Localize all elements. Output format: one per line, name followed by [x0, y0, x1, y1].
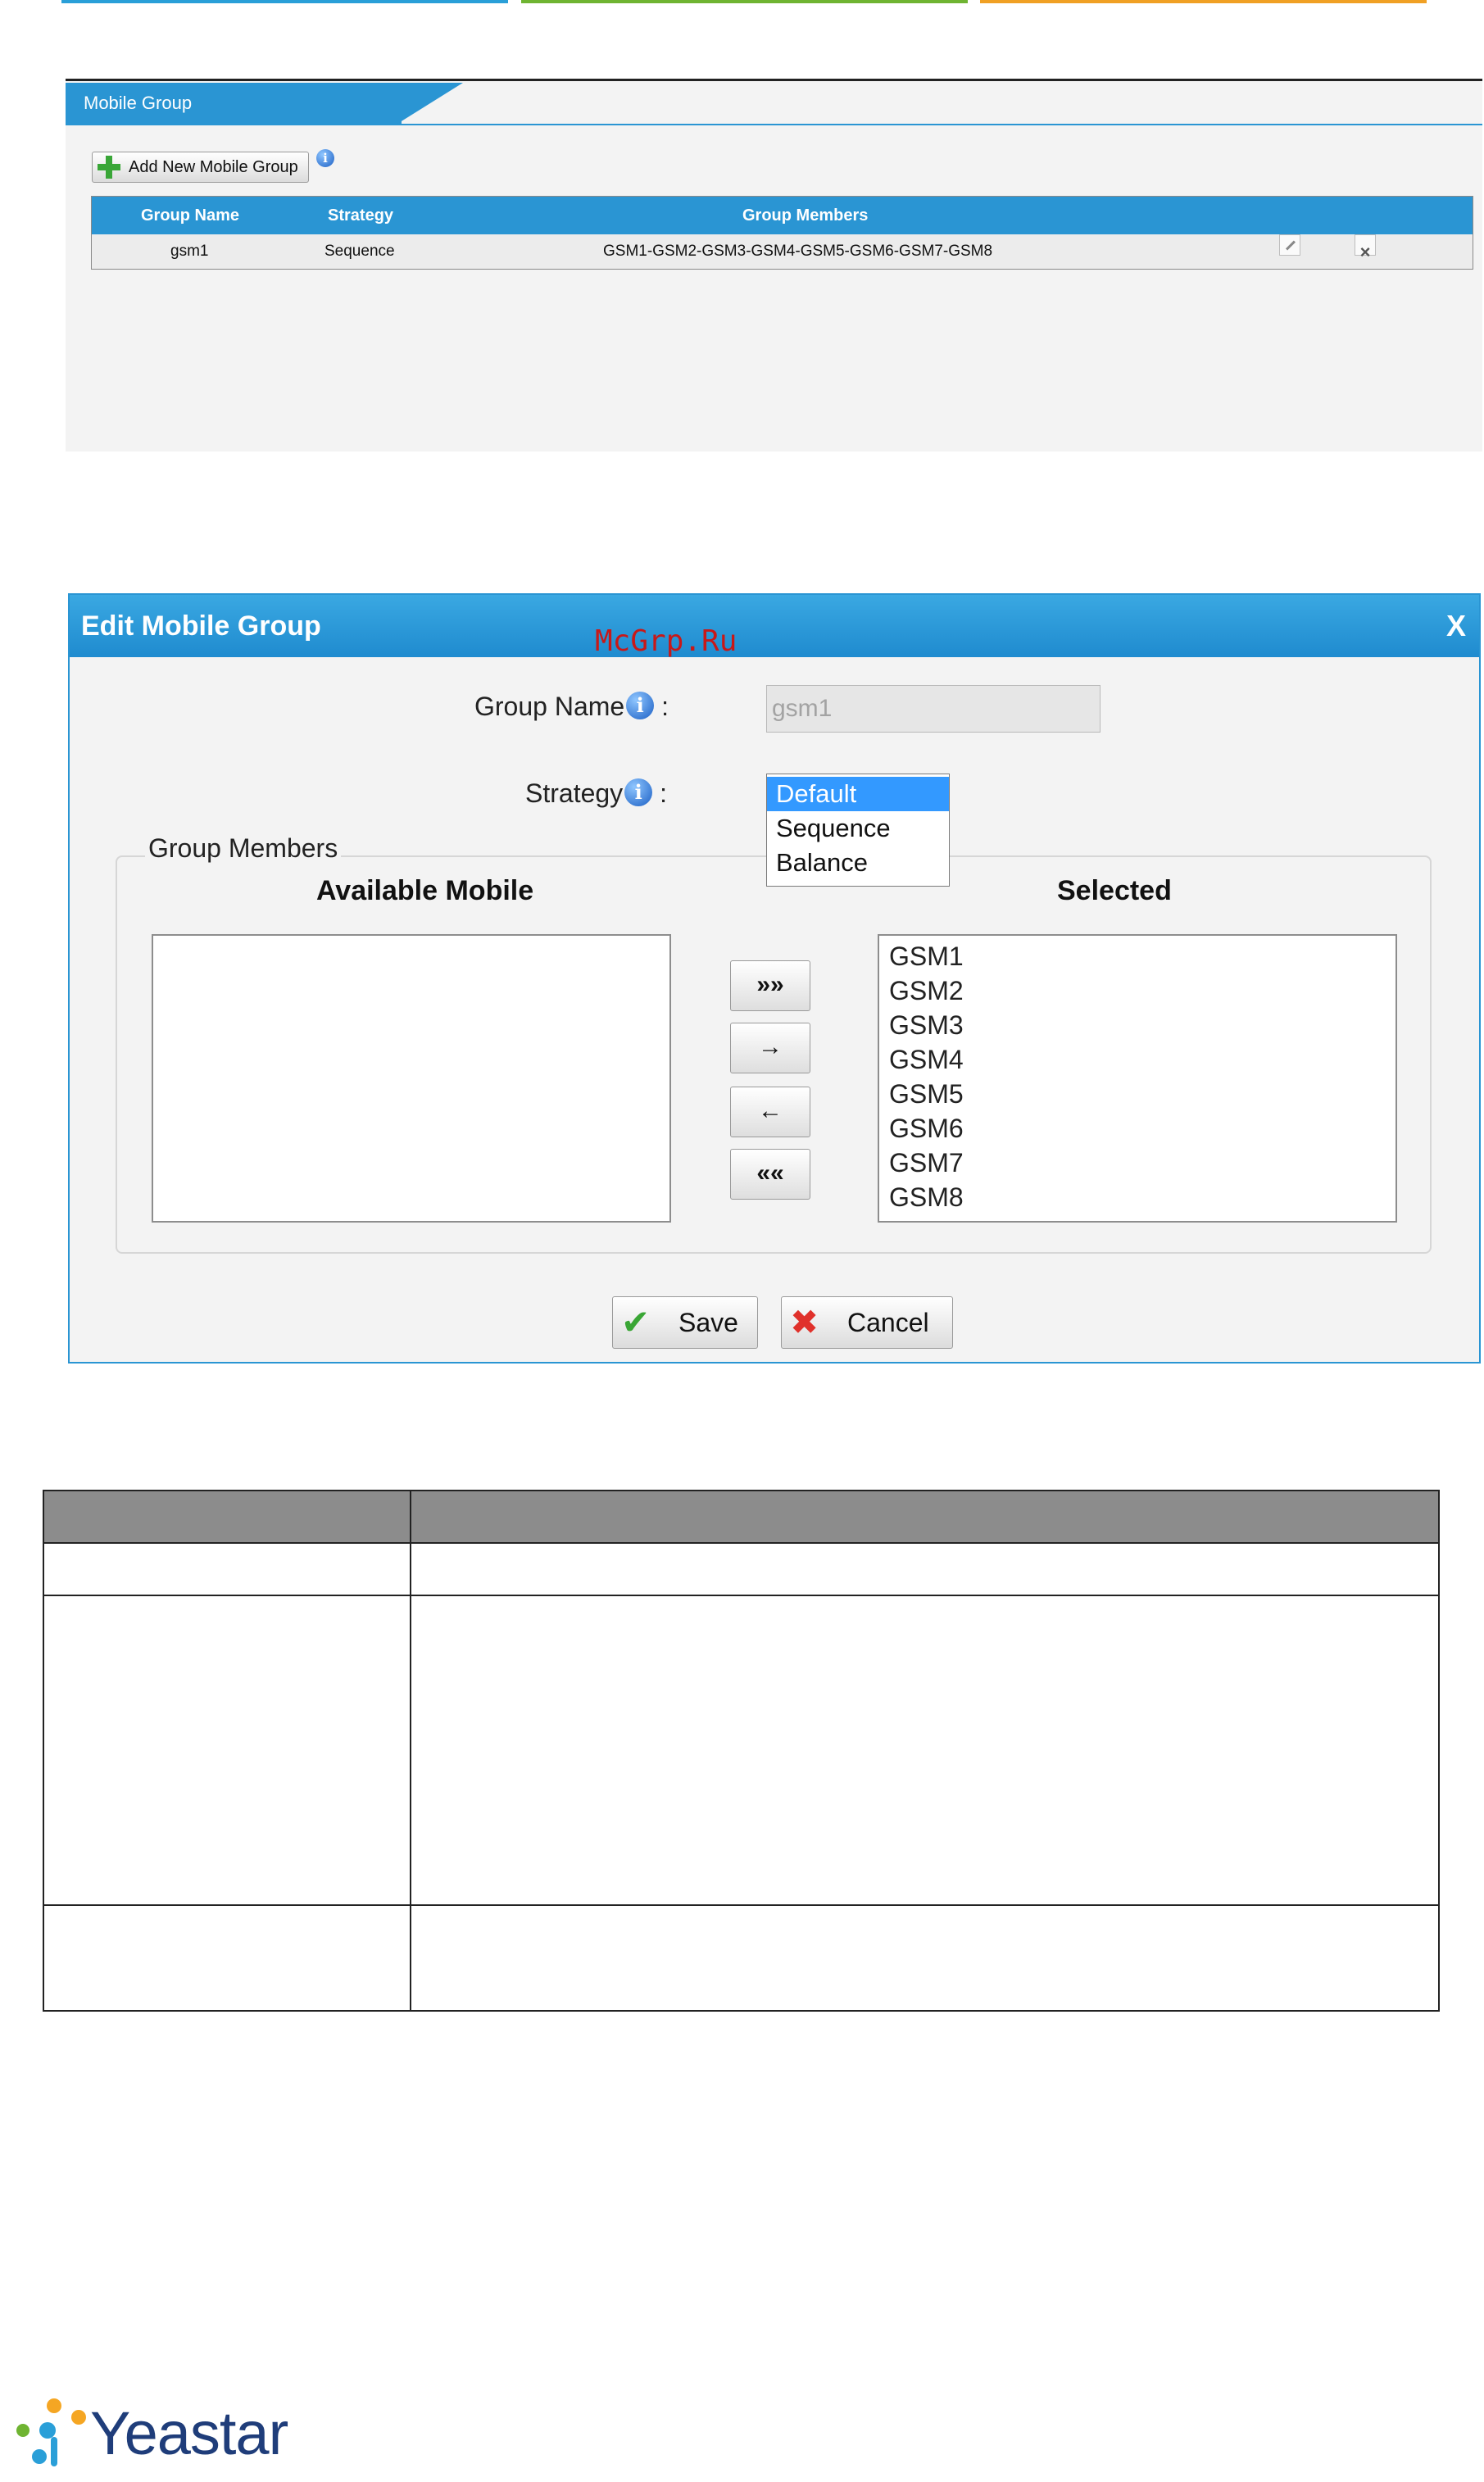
group-name-label-row: Group Name i : — [474, 692, 669, 722]
dialog-title: Edit Mobile Group — [70, 595, 1479, 657]
available-mobile-list[interactable] — [152, 934, 671, 1223]
list-item[interactable]: GSM5 — [879, 1077, 1396, 1111]
cell-group-name: gsm1 — [170, 243, 209, 260]
list-item[interactable]: GSM3 — [879, 1008, 1396, 1042]
info-icon[interactable]: i — [624, 778, 653, 806]
mobile-group-table: Group Name Strategy Group Members gsm1 S… — [91, 196, 1473, 270]
colon: : — [660, 778, 667, 808]
edit-mobile-group-dialog: Edit Mobile Group X Group Name i : gsm1 S… — [68, 593, 1481, 1364]
logo-text: Yeastar — [90, 2399, 288, 2467]
strategy-option-default[interactable]: Default — [767, 777, 949, 811]
yeastar-logo: Yeastar — [15, 2393, 293, 2475]
top-bar-orange — [980, 0, 1427, 3]
colon: : — [661, 692, 669, 721]
strategy-label: Strategy — [525, 778, 624, 808]
cross-icon: ✖ — [790, 1303, 819, 1341]
add-button-label: Add New Mobile Group — [129, 158, 298, 176]
list-item[interactable]: GSM7 — [879, 1146, 1396, 1180]
yeastar-logo-mark-icon — [16, 2398, 86, 2466]
description-table-header — [44, 1491, 1438, 1544]
info-icon[interactable]: i — [316, 149, 334, 167]
save-label: Save — [678, 1308, 738, 1337]
strategy-dropdown-list[interactable]: Default Sequence Balance — [766, 774, 950, 887]
group-members-legend: Group Members — [145, 833, 342, 864]
strategy-option-balance[interactable]: Balance — [767, 846, 949, 880]
group-name-label: Group Name — [474, 692, 625, 721]
top-bar-green — [521, 0, 968, 3]
add-new-mobile-group-button[interactable]: Add New Mobile Group — [92, 152, 309, 183]
description-table — [43, 1490, 1440, 2012]
mobile-group-panel: Mobile Group Add New Mobile Group i Grou… — [66, 79, 1482, 451]
list-item[interactable]: GSM1 — [879, 939, 1396, 973]
selected-list[interactable]: GSM1 GSM2 GSM3 GSM4 GSM5 GSM6 GSM7 GSM8 — [878, 934, 1397, 1223]
table-header: Group Name Strategy Group Members — [92, 197, 1473, 234]
tab-underline — [66, 124, 1482, 125]
tab-slope — [397, 83, 463, 124]
cancel-label: Cancel — [847, 1308, 929, 1337]
top-bar-blue — [61, 0, 508, 3]
list-item[interactable]: GSM4 — [879, 1042, 1396, 1077]
watermark: McGrp.Ru — [595, 624, 737, 658]
info-icon[interactable]: i — [626, 692, 655, 719]
list-item[interactable]: GSM8 — [879, 1180, 1396, 1214]
cancel-button[interactable]: ✖ Cancel — [781, 1296, 953, 1349]
available-mobile-heading: Available Mobile — [316, 875, 534, 906]
save-button[interactable]: ✔ Save — [612, 1296, 758, 1349]
checkmark-icon: ✔ — [621, 1303, 651, 1341]
close-button[interactable]: X — [1446, 595, 1466, 657]
strategy-label-row: Strategy i : — [525, 778, 667, 809]
move-right-button[interactable]: → — [730, 1023, 810, 1073]
column-group-members: Group Members — [742, 206, 869, 225]
column-group-name: Group Name — [141, 206, 240, 225]
strategy-option-sequence[interactable]: Sequence — [767, 811, 949, 846]
dialog-title-text: Edit Mobile Group — [81, 610, 321, 642]
tab-mobile-group[interactable]: Mobile Group — [66, 83, 402, 124]
edit-icon[interactable] — [1279, 234, 1300, 256]
selected-heading: Selected — [1057, 875, 1172, 906]
column-divider — [410, 1491, 411, 2010]
column-strategy: Strategy — [328, 206, 394, 225]
move-left-button[interactable]: ← — [730, 1087, 810, 1137]
group-name-input[interactable]: gsm1 — [766, 685, 1101, 733]
cell-group-members: GSM1-GSM2-GSM3-GSM4-GSM5-GSM6-GSM7-GSM8 — [603, 243, 993, 260]
delete-icon[interactable]: × — [1355, 234, 1376, 262]
move-all-left-button[interactable]: «« — [730, 1149, 810, 1200]
table-row[interactable]: gsm1 Sequence GSM1-GSM2-GSM3-GSM4-GSM5-G… — [92, 234, 1473, 269]
cell-strategy: Sequence — [324, 243, 395, 260]
plus-icon — [98, 156, 120, 179]
move-all-right-button[interactable]: »» — [730, 960, 810, 1011]
list-item[interactable]: GSM6 — [879, 1111, 1396, 1146]
row-divider — [44, 1904, 1438, 1906]
list-item[interactable]: GSM2 — [879, 973, 1396, 1008]
row-divider — [44, 1595, 1438, 1596]
